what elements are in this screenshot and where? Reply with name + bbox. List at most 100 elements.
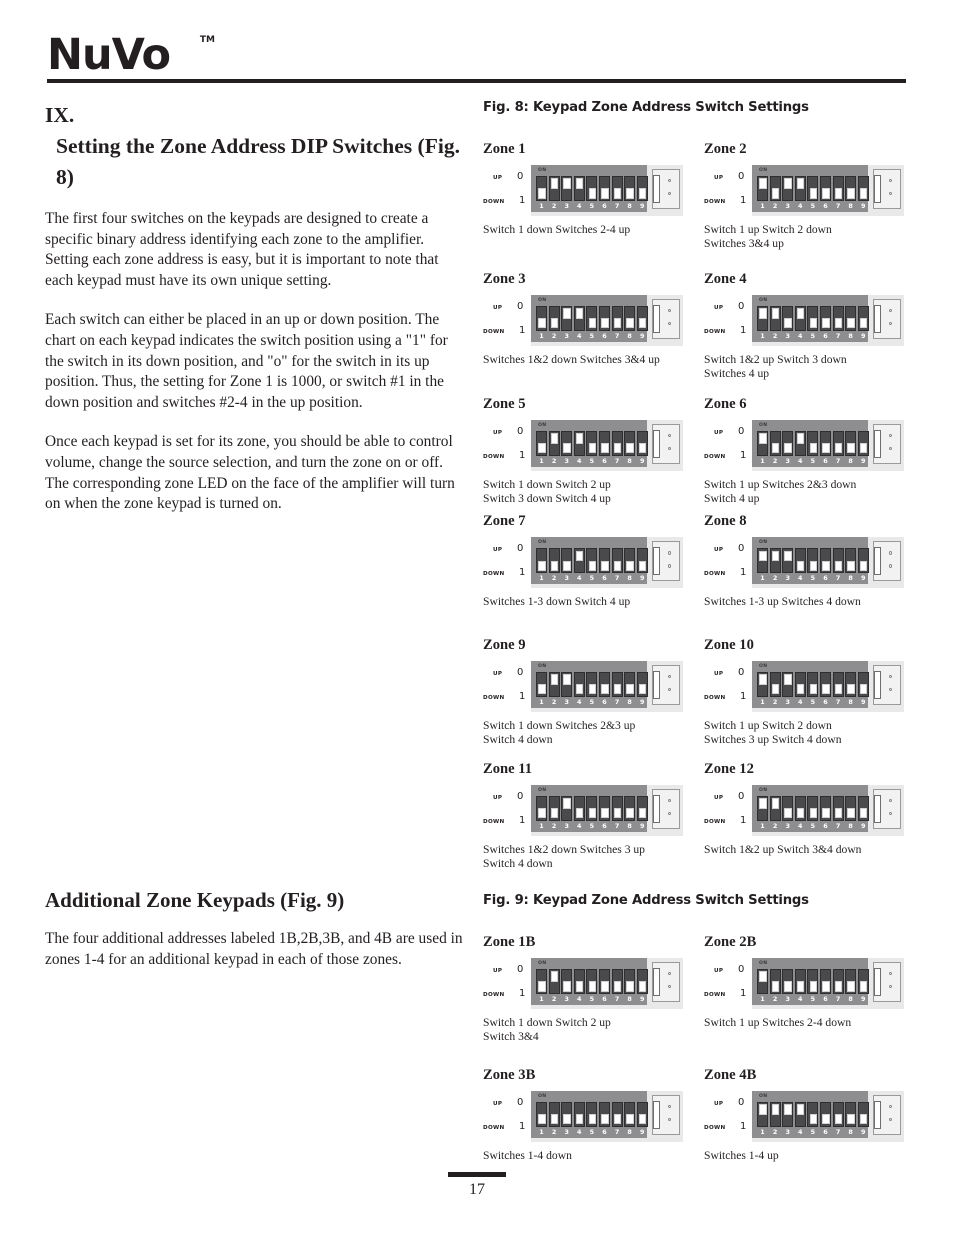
dip-switch-6[interactable]	[819, 671, 831, 697]
dip-switch-9[interactable]	[857, 176, 869, 201]
dip-switch-3[interactable]	[561, 305, 573, 331]
dip-switch-5[interactable]	[807, 671, 819, 697]
dip-switch-8[interactable]	[845, 795, 857, 821]
dip-switch-1[interactable]	[536, 430, 547, 456]
dip-switch-8[interactable]	[845, 305, 857, 331]
dip-switch-7[interactable]	[611, 548, 623, 574]
dip-switch-3[interactable]	[561, 176, 573, 201]
dip-switch-4[interactable]	[573, 430, 585, 456]
dip-switch-8[interactable]	[624, 548, 636, 574]
dip-switch-6[interactable]	[819, 795, 831, 821]
dip-switch-4[interactable]	[573, 969, 585, 994]
dip-switch-5[interactable]	[807, 305, 819, 331]
dip-switch-7[interactable]	[611, 671, 623, 697]
dip-switch-8[interactable]	[624, 795, 636, 821]
dip-switch-4[interactable]	[794, 176, 806, 201]
dip-switch-4[interactable]	[573, 305, 585, 331]
dip-switch-5[interactable]	[807, 548, 819, 574]
dip-switch-8[interactable]	[845, 969, 857, 994]
dip-switch-9[interactable]	[636, 548, 648, 574]
dip-switch-8[interactable]	[624, 305, 636, 331]
dip-switch-7[interactable]	[832, 1101, 844, 1127]
dip-switch-7[interactable]	[832, 548, 844, 574]
dip-switch-2[interactable]	[548, 305, 560, 331]
dip-switch-4[interactable]	[573, 795, 585, 821]
dip-switch-7[interactable]	[832, 305, 844, 331]
dip-switch-1[interactable]	[757, 305, 768, 331]
dip-switch-2[interactable]	[769, 1101, 781, 1127]
dip-switch-9[interactable]	[636, 430, 648, 456]
dip-switch-6[interactable]	[819, 548, 831, 574]
dip-switch-2[interactable]	[548, 795, 560, 821]
dip-switch-4[interactable]	[794, 795, 806, 821]
dip-switch-7[interactable]	[611, 176, 623, 201]
dip-switch-6[interactable]	[819, 1101, 831, 1127]
dip-switch-3[interactable]	[561, 795, 573, 821]
dip-switch-7[interactable]	[832, 969, 844, 994]
dip-switch-1[interactable]	[536, 305, 547, 331]
dip-switch-4[interactable]	[573, 176, 585, 201]
dip-switch-8[interactable]	[624, 671, 636, 697]
dip-switch-7[interactable]	[611, 795, 623, 821]
dip-switch-2[interactable]	[769, 176, 781, 201]
dip-switch-7[interactable]	[832, 176, 844, 201]
dip-switch-8[interactable]	[845, 1101, 857, 1127]
dip-switch-3[interactable]	[782, 548, 794, 574]
dip-switch-4[interactable]	[794, 305, 806, 331]
dip-switch-9[interactable]	[636, 969, 648, 994]
dip-switch-8[interactable]	[624, 176, 636, 201]
dip-switch-6[interactable]	[598, 305, 610, 331]
dip-switch-2[interactable]	[769, 305, 781, 331]
dip-switch-4[interactable]	[573, 1101, 585, 1127]
dip-switch-7[interactable]	[832, 795, 844, 821]
dip-switch-2[interactable]	[769, 795, 781, 821]
dip-switch-9[interactable]	[857, 430, 869, 456]
dip-switch-4[interactable]	[794, 969, 806, 994]
dip-switch-5[interactable]	[807, 969, 819, 994]
dip-switch-9[interactable]	[857, 1101, 869, 1127]
dip-switch-5[interactable]	[586, 969, 598, 994]
dip-switch-6[interactable]	[598, 176, 610, 201]
dip-switch-1[interactable]	[757, 795, 768, 821]
dip-switch-9[interactable]	[636, 671, 648, 697]
dip-switch-5[interactable]	[586, 305, 598, 331]
dip-switch-3[interactable]	[561, 1101, 573, 1127]
dip-switch-2[interactable]	[769, 548, 781, 574]
dip-switch-4[interactable]	[573, 671, 585, 697]
dip-switch-7[interactable]	[611, 1101, 623, 1127]
dip-switch-7[interactable]	[611, 430, 623, 456]
dip-switch-9[interactable]	[857, 795, 869, 821]
dip-switch-3[interactable]	[782, 795, 794, 821]
dip-switch-1[interactable]	[536, 1101, 547, 1127]
dip-switch-5[interactable]	[586, 176, 598, 201]
dip-switch-2[interactable]	[548, 969, 560, 994]
dip-switch-3[interactable]	[561, 969, 573, 994]
dip-switch-2[interactable]	[548, 1101, 560, 1127]
dip-switch-3[interactable]	[782, 430, 794, 456]
dip-switch-2[interactable]	[769, 671, 781, 697]
dip-switch-6[interactable]	[819, 176, 831, 201]
dip-switch-5[interactable]	[807, 1101, 819, 1127]
dip-switch-8[interactable]	[624, 430, 636, 456]
dip-switch-9[interactable]	[857, 671, 869, 697]
dip-switch-9[interactable]	[636, 795, 648, 821]
dip-switch-4[interactable]	[794, 430, 806, 456]
dip-switch-9[interactable]	[857, 548, 869, 574]
dip-switch-5[interactable]	[586, 671, 598, 697]
dip-switch-8[interactable]	[845, 176, 857, 201]
dip-switch-6[interactable]	[819, 430, 831, 456]
dip-switch-3[interactable]	[561, 548, 573, 574]
dip-switch-1[interactable]	[536, 548, 547, 574]
dip-switch-3[interactable]	[561, 430, 573, 456]
dip-switch-2[interactable]	[769, 430, 781, 456]
dip-switch-2[interactable]	[548, 430, 560, 456]
dip-switch-4[interactable]	[794, 671, 806, 697]
dip-switch-6[interactable]	[819, 969, 831, 994]
dip-switch-6[interactable]	[598, 548, 610, 574]
dip-switch-6[interactable]	[598, 795, 610, 821]
dip-switch-6[interactable]	[598, 1101, 610, 1127]
dip-switch-1[interactable]	[757, 671, 768, 697]
dip-switch-3[interactable]	[782, 176, 794, 201]
dip-switch-9[interactable]	[636, 305, 648, 331]
dip-switch-1[interactable]	[757, 548, 768, 574]
